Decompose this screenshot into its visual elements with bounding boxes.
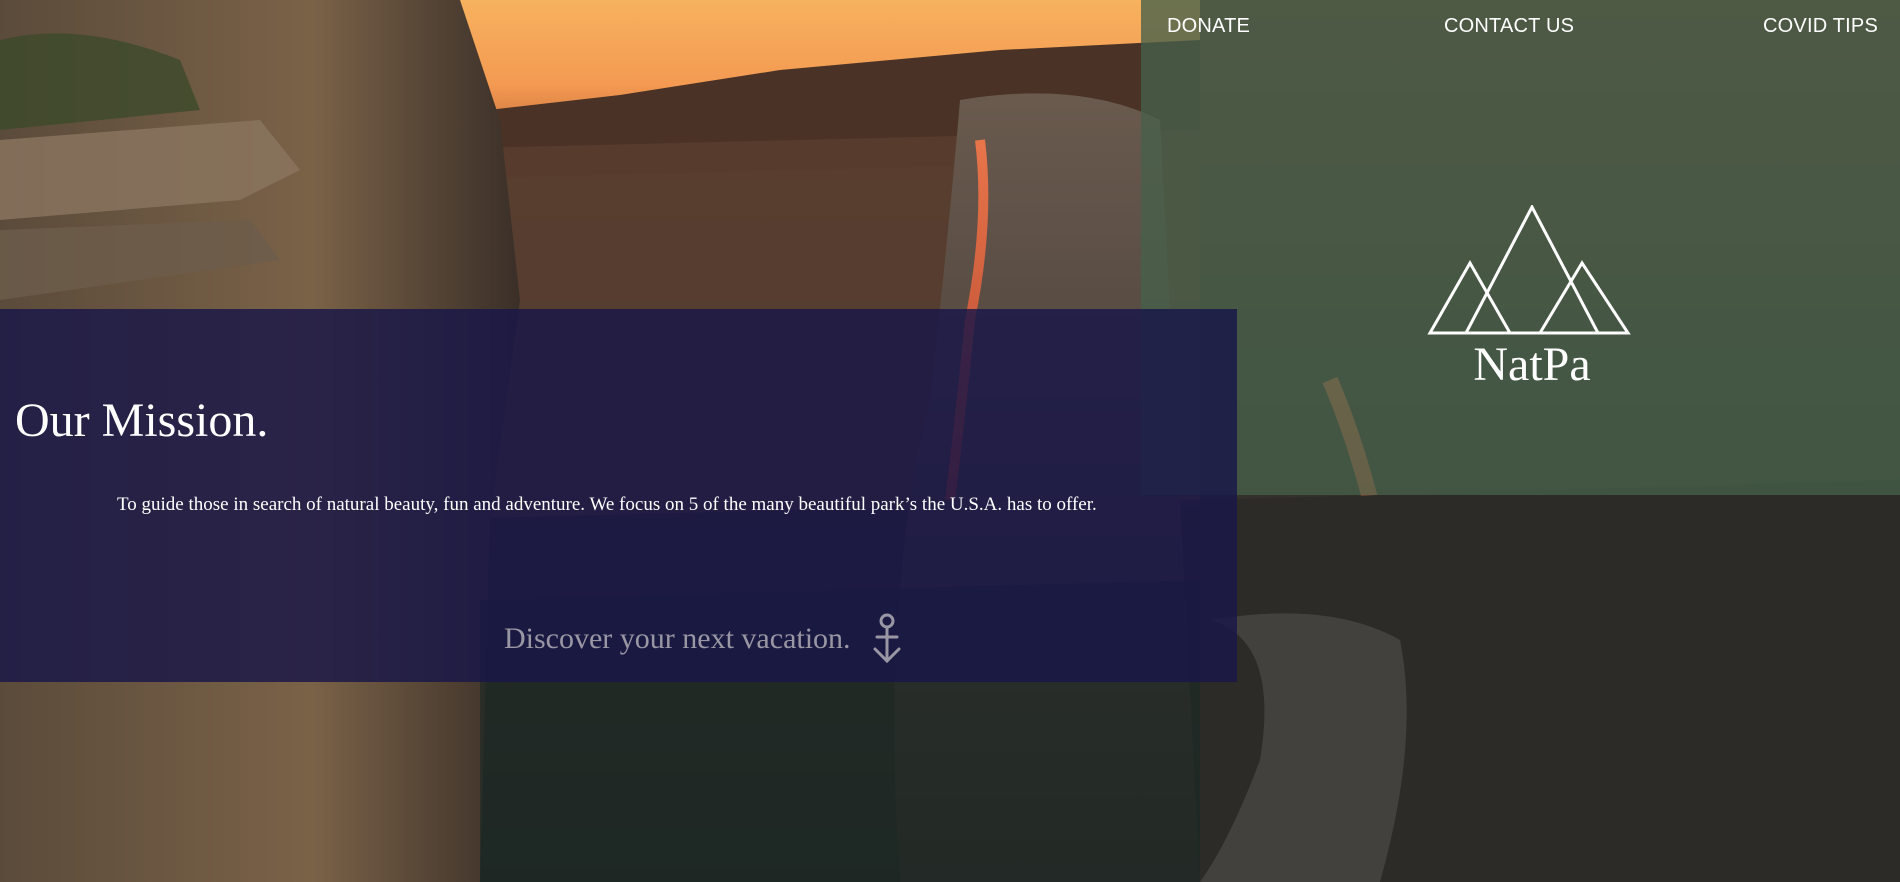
mission-title: Our Mission. — [15, 394, 269, 447]
site-logo[interactable]: NatPa — [1426, 205, 1638, 395]
nav-covid-tips-link[interactable]: COVID TIPS — [1763, 15, 1878, 38]
top-nav: DONATE CONTACT US COVID TIPS — [1141, 0, 1900, 52]
nav-donate-link[interactable]: DONATE — [1167, 15, 1250, 38]
site-name: NatPa — [1473, 338, 1591, 391]
anchor-arrow-down-icon[interactable] — [867, 611, 907, 667]
mission-panel: Our Mission. To guide those in search of… — [0, 309, 1237, 682]
mission-text: To guide those in search of natural beau… — [117, 494, 1097, 515]
discover-cta[interactable]: Discover your next vacation. — [504, 609, 907, 669]
mountains-icon — [1427, 205, 1631, 335]
nav-contact-link[interactable]: CONTACT US — [1444, 15, 1574, 38]
brand-panel: DONATE CONTACT US COVID TIPS NatPa — [1141, 0, 1900, 495]
discover-cta-text[interactable]: Discover your next vacation. — [504, 622, 851, 656]
